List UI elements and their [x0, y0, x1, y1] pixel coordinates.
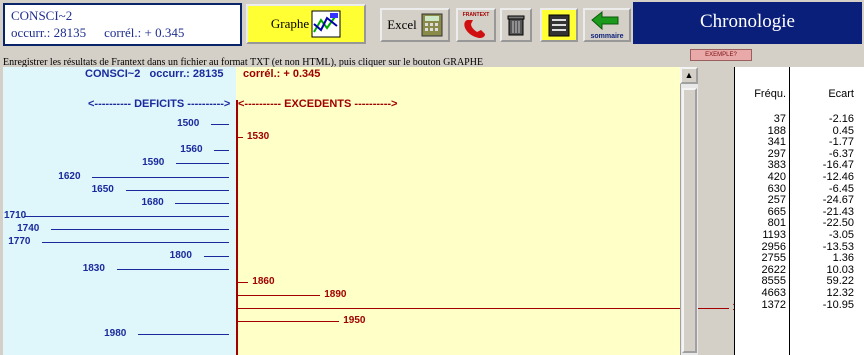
exemple-button[interactable]: EXEMPLE?: [690, 49, 752, 61]
chart-right-header: corrél.: + 0.345: [243, 68, 321, 80]
ecart-cell: -10.95: [822, 298, 854, 311]
trash-icon: [507, 15, 525, 36]
ecart-header: Ecart: [828, 88, 854, 100]
frantext-button[interactable]: FRANTEXT: [456, 8, 496, 42]
scroll-thumb[interactable]: [682, 88, 697, 353]
deficit-bar: [211, 124, 229, 125]
year-label: 1560: [180, 144, 203, 155]
year-label: 1710: [4, 210, 27, 221]
frequency-cell: 420: [767, 170, 786, 183]
frequency-cell: 4663: [761, 286, 786, 299]
calculator-icon: [421, 13, 443, 37]
year-label: 1890: [324, 289, 347, 300]
excedents-label: <---------- EXCEDENTS ---------->: [238, 98, 398, 110]
sommaire-button[interactable]: sommaire: [583, 8, 631, 42]
frequency-cell: 37: [773, 113, 786, 125]
year-label: 1770: [8, 236, 31, 247]
frantext-label: FRANTEXT: [463, 12, 490, 18]
excedents-panel: [236, 67, 680, 355]
excedent-bar: [237, 282, 249, 283]
deficit-bar: [24, 216, 229, 217]
corpus-stats: occurr.: 28135 corrél.: + 0.345: [11, 24, 234, 41]
excedent-bar: [237, 308, 729, 309]
corpus-info-box: CONSCI~2 occurr.: 28135 corrél.: + 0.345: [3, 3, 242, 46]
year-label: 1500: [177, 118, 200, 129]
table-row: 257 -24.67: [735, 195, 859, 207]
trash-button[interactable]: [500, 8, 532, 42]
excedent-bar: [237, 295, 321, 296]
chart-left-header: CONSCI~2 occurr.: 28135: [85, 68, 224, 80]
year-label: 1530: [247, 131, 270, 142]
frequency-cell: 2755: [761, 252, 786, 265]
ecart-cell: -2.16: [828, 113, 854, 125]
excel-button[interactable]: Excel: [380, 8, 450, 42]
year-label: 1830: [82, 263, 105, 274]
sommaire-label: sommaire: [590, 33, 623, 40]
year-label: 1680: [141, 197, 164, 208]
deficit-bar: [116, 269, 229, 270]
table-row: 2755 1.36: [735, 253, 859, 265]
table-row: 420 -12.46: [735, 170, 859, 184]
deficit-bar: [175, 203, 229, 204]
table-row: 4663 12.32: [735, 286, 859, 300]
graphe-button[interactable]: Graphe: [246, 4, 366, 44]
year-label: 1860: [252, 276, 275, 287]
deficit-bar: [42, 242, 229, 243]
deficit-bar: [51, 229, 229, 230]
printer-icon: [548, 14, 570, 37]
zero-axis-line: [236, 100, 238, 355]
frequency-cell: 1193: [762, 228, 786, 241]
deficit-bar: [125, 190, 229, 191]
chart-icon: [311, 10, 341, 38]
year-label: 1950: [343, 315, 366, 326]
year-label: 1650: [91, 184, 114, 195]
excedent-bar: [237, 321, 340, 322]
excedent-bar: [237, 137, 243, 138]
frequency-cell: 1372: [761, 298, 786, 311]
corpus-name: CONSCI~2: [11, 8, 73, 23]
frequency-cell: 257: [767, 194, 786, 207]
deficit-bar: [138, 334, 229, 335]
ecart-cell: -3.05: [828, 228, 854, 241]
year-label: 1740: [17, 223, 40, 234]
deficit-bar: [92, 177, 229, 178]
back-arrow-icon: sommaire: [590, 10, 624, 40]
ecart-cell: -24.67: [822, 194, 854, 207]
frequency-header: Fréqu.: [754, 88, 786, 100]
correlation-text: corrél.: + 0.345: [104, 25, 185, 40]
excel-label: Excel: [387, 17, 417, 32]
table-row: 37 -2.16: [735, 113, 859, 126]
deficits-label: <---------- DEFICITS ---------->: [88, 98, 231, 110]
table-body: 37 -2.16 188 0.45 341 -1.77 297 -6.37 383 -16.47 4…: [735, 113, 859, 312]
deficit-bar: [214, 150, 229, 151]
ecart-cell: -12.46: [822, 170, 854, 183]
deficit-bar: [176, 163, 229, 164]
ecart-cell: 12.32: [826, 286, 854, 299]
ecart-cell: 1.36: [832, 252, 854, 265]
print-button[interactable]: [540, 8, 578, 42]
deficits-panel: [3, 67, 236, 355]
year-label: 1590: [142, 157, 165, 168]
page-title: Chronologie: [633, 2, 862, 44]
graphe-label: Graphe: [270, 16, 310, 31]
deficit-bar: [203, 256, 229, 257]
year-label: 1980: [104, 328, 127, 339]
year-label: 1620: [58, 171, 81, 182]
year-label: 1800: [169, 250, 192, 261]
table-row: 1193 -3.05: [735, 228, 859, 242]
telephone-icon: FRANTEXT: [463, 12, 490, 38]
table-row: 1372 -10.95: [735, 298, 859, 312]
scroll-up-arrow-icon[interactable]: ▲: [680, 67, 698, 84]
occurrences-text: occurr.: 28135: [11, 25, 87, 40]
